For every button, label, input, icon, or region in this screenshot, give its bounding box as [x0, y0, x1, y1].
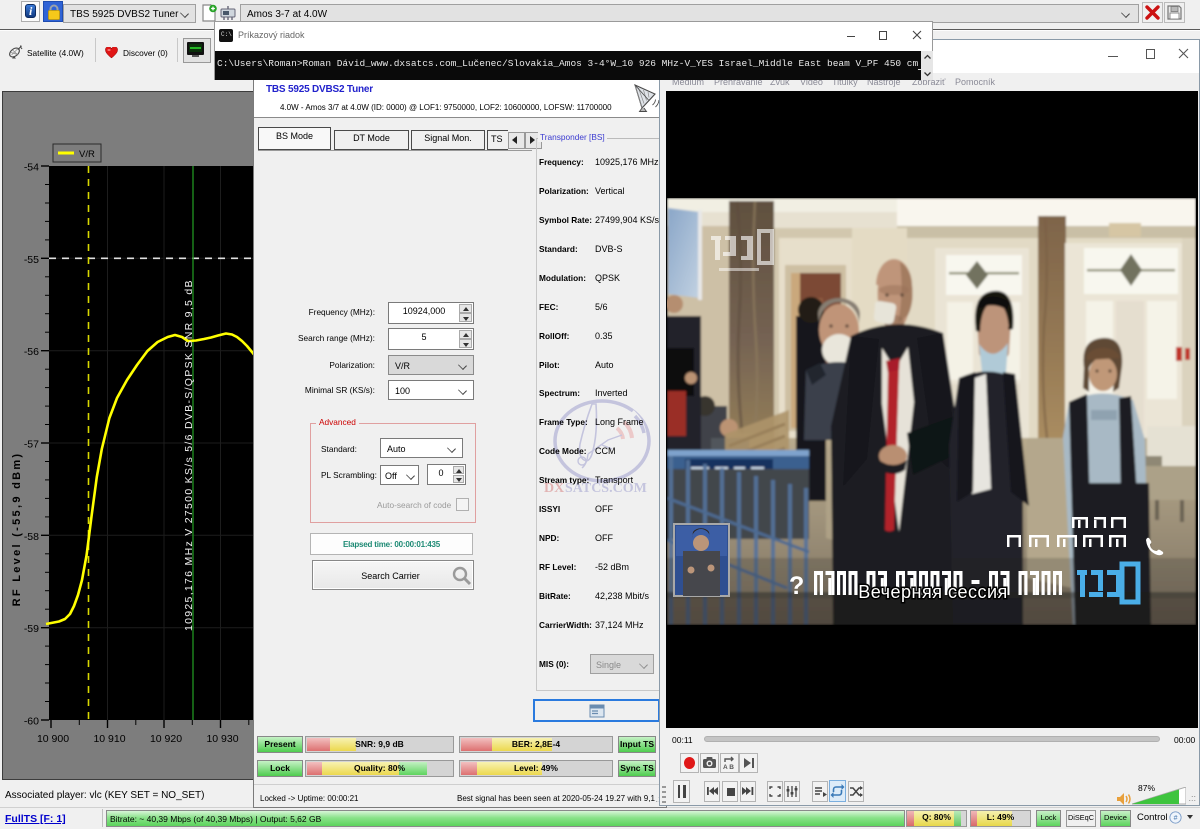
svg-text:-57: -57: [24, 439, 39, 451]
svg-text:V/R: V/R: [79, 149, 95, 160]
svg-text:-59: -59: [24, 623, 39, 635]
svg-text:-55: -55: [24, 254, 39, 266]
svg-text:-54: -54: [24, 162, 39, 174]
svg-text:-60: -60: [24, 716, 39, 728]
svg-text:-58: -58: [24, 531, 39, 543]
svg-text:10925,176 MHz V 27500 KS/s 5/6: 10925,176 MHz V 27500 KS/s 5/6 DVB-S/QPS…: [183, 279, 195, 631]
svg-text:Вечерняя сессия: Вечерняя сессия: [858, 582, 1008, 602]
svg-text:10 910: 10 910: [93, 733, 125, 745]
svg-text:-56: -56: [24, 346, 39, 358]
svg-text:RF Level (-55,9 dBm): RF Level (-55,9 dBm): [11, 452, 23, 607]
svg-text:?: ?: [789, 572, 804, 600]
svg-text:A B: A B: [723, 764, 734, 771]
svg-text:10 930: 10 930: [206, 733, 238, 745]
svg-text:10 920: 10 920: [150, 733, 182, 745]
svg-text:10 900: 10 900: [37, 733, 69, 745]
svg-text:#: #: [1174, 815, 1178, 822]
